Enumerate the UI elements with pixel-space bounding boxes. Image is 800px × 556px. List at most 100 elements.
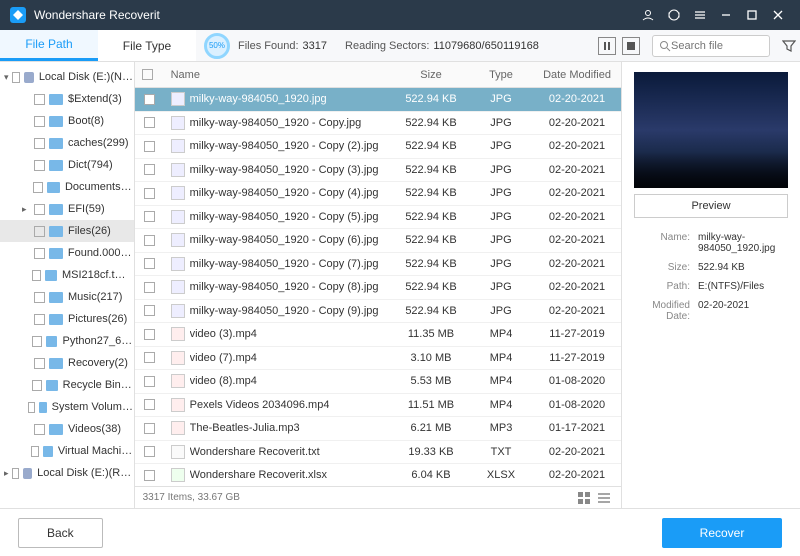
search-box[interactable] — [652, 35, 770, 57]
row-checkbox[interactable] — [144, 141, 155, 152]
tree-item[interactable]: MSI218cf.tmp(11) — [0, 264, 134, 286]
tree-item[interactable]: ▾Local Disk (E:)(NTFS)(3154) — [0, 66, 134, 88]
tree-item[interactable]: Music(217) — [0, 286, 134, 308]
table-row[interactable]: Wondershare Recoverit.xlsx6.04 KBXLSX02-… — [135, 464, 621, 486]
table-row[interactable]: Wondershare Recoverit.txt19.33 KBTXT02-2… — [135, 441, 621, 465]
account-icon[interactable] — [636, 3, 660, 27]
table-row[interactable]: milky-way-984050_1920 - Copy (2).jpg522.… — [135, 135, 621, 159]
recover-button[interactable]: Recover — [662, 518, 782, 548]
col-name[interactable]: Name — [165, 69, 393, 81]
tree-checkbox[interactable] — [34, 292, 45, 303]
row-checkbox[interactable] — [144, 94, 155, 105]
tree-caret-icon[interactable]: ▸ — [4, 468, 12, 479]
col-type[interactable]: Type — [469, 69, 533, 81]
tree-item[interactable]: Recovery(2) — [0, 352, 134, 374]
file-table-body[interactable]: milky-way-984050_1920.jpg522.94 KBJPG02-… — [135, 88, 621, 486]
row-checkbox[interactable] — [144, 258, 155, 269]
preview-button[interactable]: Preview — [634, 194, 788, 218]
table-row[interactable]: milky-way-984050_1920 - Copy.jpg522.94 K… — [135, 112, 621, 136]
grid-view-icon[interactable] — [575, 489, 593, 507]
table-row[interactable]: milky-way-984050_1920 - Copy (3).jpg522.… — [135, 159, 621, 183]
row-checkbox[interactable] — [144, 352, 155, 363]
table-row[interactable]: milky-way-984050_1920 - Copy (7).jpg522.… — [135, 253, 621, 277]
row-checkbox[interactable] — [144, 329, 155, 340]
tree-item[interactable]: Documents(44) — [0, 176, 134, 198]
tree-checkbox[interactable] — [34, 94, 45, 105]
row-checkbox[interactable] — [144, 117, 155, 128]
table-row[interactable]: milky-way-984050_1920 - Copy (4).jpg522.… — [135, 182, 621, 206]
tree-checkbox[interactable] — [34, 314, 45, 325]
row-checkbox[interactable] — [144, 446, 155, 457]
table-row[interactable]: video (8).mp45.53 MBMP401-08-2020 — [135, 370, 621, 394]
tree-item[interactable]: ▸EFI(59) — [0, 198, 134, 220]
table-row[interactable]: milky-way-984050_1920.jpg522.94 KBJPG02-… — [135, 88, 621, 112]
tab-file-type[interactable]: File Type — [98, 30, 196, 61]
tree-item[interactable]: Recycle Bin(971) — [0, 374, 134, 396]
row-checkbox[interactable] — [144, 470, 155, 481]
close-button[interactable] — [766, 3, 790, 27]
tree-checkbox[interactable] — [32, 380, 42, 391]
table-row[interactable]: video (3).mp411.35 MBMP411-27-2019 — [135, 323, 621, 347]
tree-checkbox[interactable] — [33, 182, 43, 193]
tree-checkbox[interactable] — [31, 446, 39, 457]
tree-item[interactable]: Files(26) — [0, 220, 134, 242]
tree-item[interactable]: System Volume Information(50) — [0, 396, 134, 418]
sidebar-tree[interactable]: ▾Local Disk (E:)(NTFS)(3154)$Extend(3)Bo… — [0, 62, 135, 508]
row-checkbox[interactable] — [144, 423, 155, 434]
table-row[interactable]: milky-way-984050_1920 - Copy (5).jpg522.… — [135, 206, 621, 230]
maximize-button[interactable] — [740, 3, 764, 27]
table-row[interactable]: The-Beatles-Julia.mp36.21 MBMP301-17-202… — [135, 417, 621, 441]
tree-checkbox[interactable] — [12, 72, 20, 83]
tree-item[interactable]: Dict(794) — [0, 154, 134, 176]
table-row[interactable]: Pexels Videos 2034096.mp411.51 MBMP401-0… — [135, 394, 621, 418]
table-row[interactable]: milky-way-984050_1920 - Copy (9).jpg522.… — [135, 300, 621, 324]
tree-checkbox[interactable] — [32, 270, 41, 281]
row-checkbox[interactable] — [144, 211, 155, 222]
stop-button[interactable] — [622, 37, 640, 55]
tree-checkbox[interactable] — [32, 336, 42, 347]
tree-checkbox[interactable] — [34, 116, 45, 127]
row-checkbox[interactable] — [144, 376, 155, 387]
tree-checkbox[interactable] — [28, 402, 35, 413]
tree-item[interactable]: Found.000(1) — [0, 242, 134, 264]
row-checkbox[interactable] — [144, 399, 155, 410]
row-checkbox[interactable] — [144, 282, 155, 293]
select-all-checkbox[interactable] — [142, 69, 153, 80]
tree-checkbox[interactable] — [34, 204, 45, 215]
tree-item[interactable]: Python27_64(76) — [0, 330, 134, 352]
tree-checkbox[interactable] — [34, 226, 45, 237]
filter-icon[interactable] — [778, 39, 800, 53]
row-checkbox[interactable] — [144, 164, 155, 175]
menu-icon[interactable] — [688, 3, 712, 27]
tree-item[interactable]: ▸Local Disk (E:)(Raw Files)(163) — [0, 462, 134, 484]
tree-item[interactable]: Boot(8) — [0, 110, 134, 132]
row-checkbox[interactable] — [144, 305, 155, 316]
table-row[interactable]: milky-way-984050_1920 - Copy (8).jpg522.… — [135, 276, 621, 300]
col-date[interactable]: Date Modified — [533, 69, 621, 81]
tree-checkbox[interactable] — [34, 160, 45, 171]
tree-checkbox[interactable] — [12, 468, 20, 479]
tab-file-path[interactable]: File Path — [0, 30, 98, 61]
row-checkbox[interactable] — [144, 188, 155, 199]
minimize-button[interactable] — [714, 3, 738, 27]
tree-item[interactable]: caches(299) — [0, 132, 134, 154]
tree-item[interactable]: Videos(38) — [0, 418, 134, 440]
back-button[interactable]: Back — [18, 518, 103, 548]
tree-item[interactable]: Pictures(26) — [0, 308, 134, 330]
tree-item[interactable]: Virtual Machines(524) — [0, 440, 134, 462]
tree-caret-icon[interactable]: ▾ — [4, 72, 12, 83]
search-input[interactable] — [671, 40, 756, 52]
support-icon[interactable] — [662, 3, 686, 27]
tree-checkbox[interactable] — [34, 358, 45, 369]
tree-checkbox[interactable] — [34, 424, 45, 435]
tree-checkbox[interactable] — [34, 138, 45, 149]
tree-checkbox[interactable] — [34, 248, 45, 259]
pause-button[interactable] — [598, 37, 616, 55]
tree-item[interactable]: $Extend(3) — [0, 88, 134, 110]
list-view-icon[interactable] — [595, 489, 613, 507]
tree-caret-icon[interactable]: ▸ — [22, 204, 34, 215]
row-checkbox[interactable] — [144, 235, 155, 246]
table-row[interactable]: milky-way-984050_1920 - Copy (6).jpg522.… — [135, 229, 621, 253]
col-size[interactable]: Size — [393, 69, 469, 81]
table-row[interactable]: video (7).mp43.10 MBMP411-27-2019 — [135, 347, 621, 371]
